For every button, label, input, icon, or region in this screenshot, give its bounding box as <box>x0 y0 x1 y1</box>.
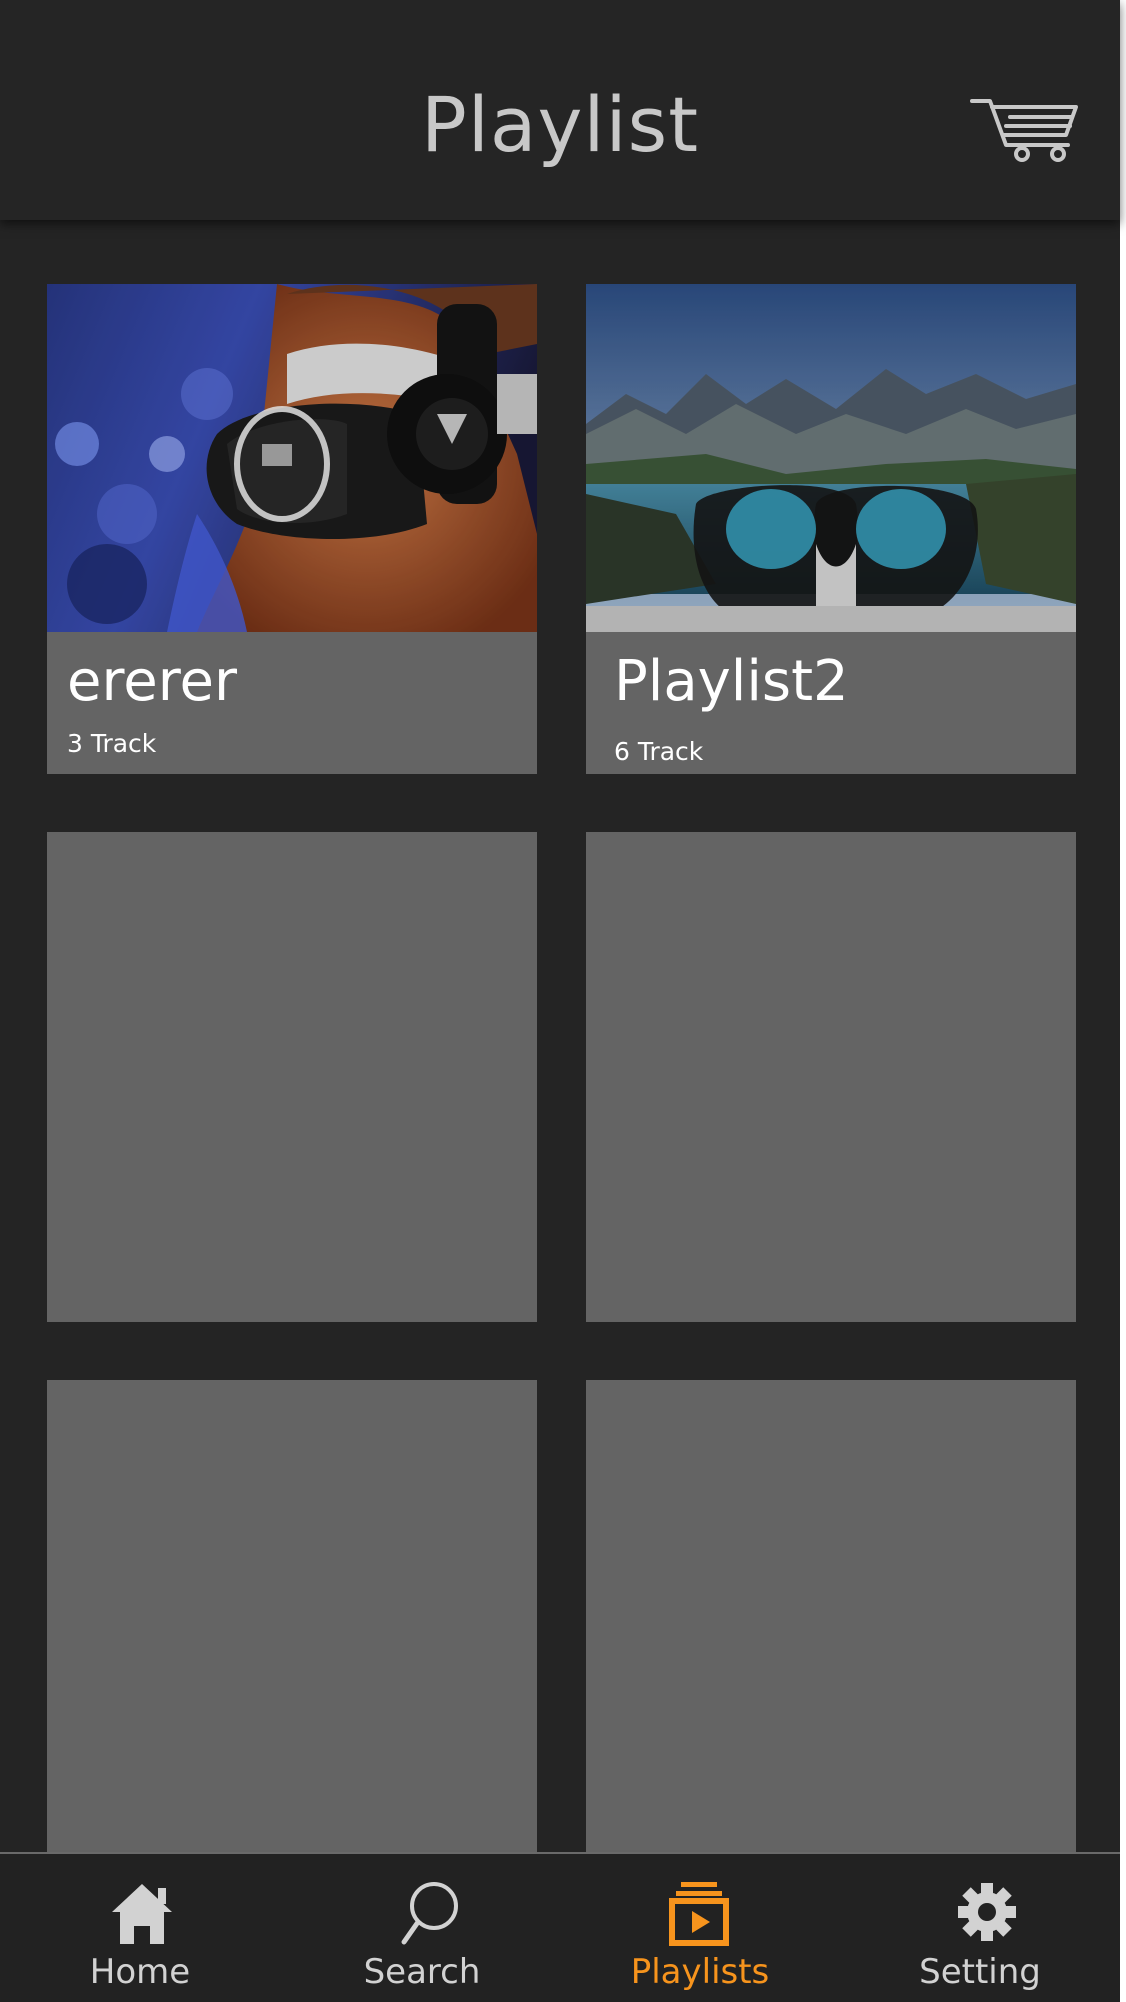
playlist-grid: ererer 3 Track Playlist2 6 Track <box>0 220 1120 1870</box>
playlists-icon <box>669 1882 729 1946</box>
playlist-name: Playlist2 <box>614 649 849 714</box>
app-header: Playlist <box>0 0 1120 220</box>
nav-item-playlists[interactable]: Playlists <box>560 1854 840 2002</box>
nav-item-setting[interactable]: Setting <box>840 1854 1120 2002</box>
nav-label: Home <box>89 1952 191 1992</box>
gear-icon <box>958 1883 1016 1941</box>
nav-item-home[interactable]: Home <box>0 1854 280 2002</box>
playlist-card-placeholder[interactable] <box>586 832 1076 1322</box>
home-icon <box>112 1884 172 1944</box>
nav-item-search[interactable]: Search <box>282 1854 562 2002</box>
nav-label: Setting <box>919 1952 1041 1992</box>
screen-edge <box>1120 0 1126 2002</box>
bottom-nav: Home Search Playlists Setting <box>0 1852 1120 2002</box>
playlist-name: ererer <box>67 649 237 714</box>
app-screen: Playlist ererer 3 Track Playlist2 6 Trac… <box>0 0 1126 2002</box>
playlist-card-placeholder[interactable] <box>47 832 537 1322</box>
cart-button[interactable] <box>970 95 1080 165</box>
playlist-thumbnail <box>47 284 537 632</box>
playlist-card-placeholder[interactable] <box>586 1380 1076 1870</box>
playlist-card-placeholder[interactable] <box>47 1380 537 1870</box>
page-title: Playlist <box>420 80 700 169</box>
nav-label: Playlists <box>630 1952 770 1992</box>
playlist-track-count: 3 Track <box>67 729 157 758</box>
nav-label: Search <box>363 1952 481 1992</box>
cart-icon <box>970 99 1078 162</box>
playlist-card-ererer[interactable]: ererer 3 Track <box>47 284 537 774</box>
search-icon <box>401 1882 458 1945</box>
playlist-track-count: 6 Track <box>614 737 704 766</box>
playlist-card-playlist2[interactable]: Playlist2 6 Track <box>586 284 1076 774</box>
playlist-thumbnail <box>586 284 1076 632</box>
